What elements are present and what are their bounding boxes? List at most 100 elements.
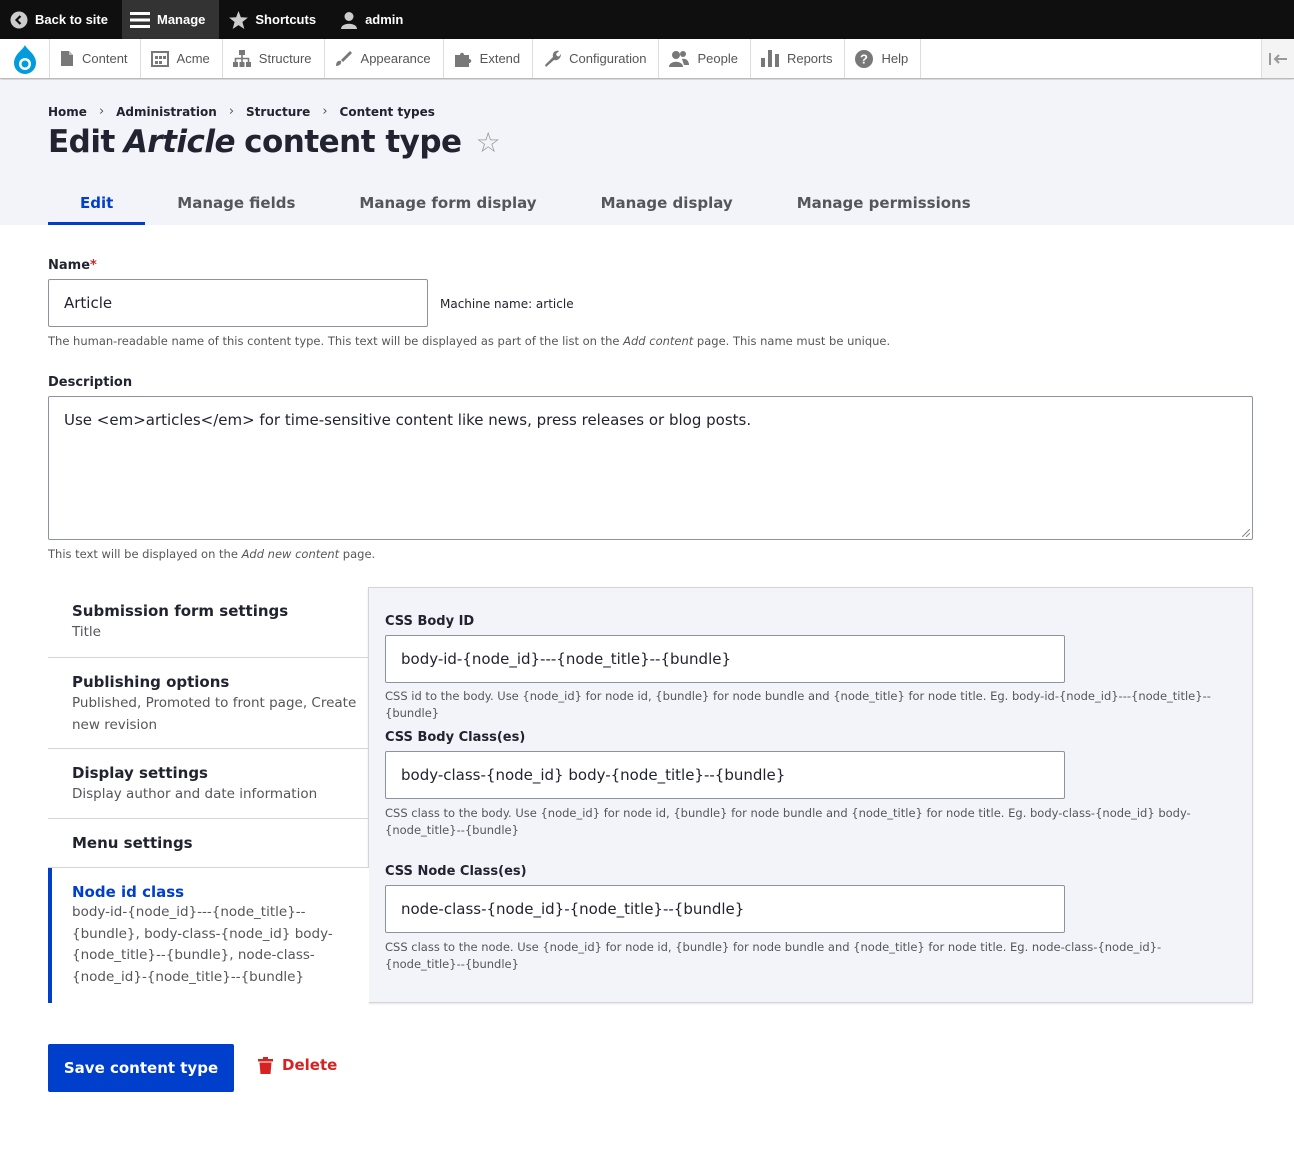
user-tab[interactable]: admin [330,0,417,39]
breadcrumb-separator: › [98,104,105,119]
tray-item-label: Configuration [569,51,647,66]
vertical-tab-publishing-options[interactable]: Publishing options Published, Promoted t… [48,658,369,749]
page-title-suffix: content type [244,124,462,160]
breadcrumb-content-types[interactable]: Content types [340,105,435,119]
tray-item-label: Content [82,51,128,66]
css-body-id-label: CSS Body ID [385,614,475,629]
page-header: Home › Administration › Structure › Cont… [0,80,1294,225]
save-content-type-button[interactable]: Save content type [48,1044,234,1092]
vertical-tab-summary: Published, Promoted to front page, Creat… [72,695,357,733]
description-help: This text will be displayed on the Add n… [48,546,375,563]
vertical-tab-node-id-class[interactable]: Node id class body-id-{node_id}---{node_… [48,868,369,1003]
primary-tabs: Edit Manage fields Manage form display M… [48,180,1003,225]
vertical-tabs: CSS Body ID body-id-{node_id}---{node_ti… [48,587,1253,1003]
wrench-icon [545,50,562,67]
tab-manage-fields[interactable]: Manage fields [145,180,327,225]
vertical-tab-title: Menu settings [72,834,193,852]
calendar-icon [150,51,169,67]
trash-icon [258,1056,273,1074]
description-desc-emphasis: Add new content [241,547,340,561]
css-body-class-label: CSS Body Class(es) [385,730,526,745]
tray-item-label: Extend [479,51,521,66]
svg-text:?: ? [861,51,869,66]
name-input[interactable]: Article [48,279,428,327]
manage-tab[interactable]: Manage [121,0,220,39]
tray-item-label: People [697,51,738,66]
machine-name: Machine name: article [440,297,574,311]
help-icon: ? [855,49,874,68]
shortcut-star-icon[interactable]: ☆ [476,126,501,159]
css-node-class-description: CSS class to the node. Use {node_id} for… [385,940,1162,971]
vertical-tab-title: Node id class [72,883,185,901]
paintbrush-icon [335,51,352,66]
bar-chart-icon [760,50,779,67]
vertical-tab-pane-node-id-class: CSS Body ID body-id-{node_id}---{node_ti… [368,587,1253,1003]
breadcrumb-home[interactable]: Home [48,105,87,119]
chevron-left-circle-icon [10,11,28,28]
tray-item-configuration[interactable]: Configuration [533,39,660,78]
tab-manage-display[interactable]: Manage display [569,180,765,225]
tray-item-label: Structure [258,51,312,66]
css-node-class-value: node-class-{node_id}-{node_title}--{bund… [401,900,745,918]
tray-item-label: Help [881,51,909,66]
name-label-text: Name [48,258,91,273]
tray-item-label: Appearance [360,51,431,66]
vertical-tab-summary: body-id-{node_id}---{node_title}--{bundl… [72,904,333,985]
breadcrumb-separator: › [228,104,235,119]
puzzle-icon [454,52,471,67]
required-mark: * [90,258,97,273]
css-node-class-label: CSS Node Class(es) [385,864,527,879]
tray-item-appearance[interactable]: Appearance [325,39,444,78]
tab-manage-permissions[interactable]: Manage permissions [765,180,1003,225]
manage-label: Manage [156,12,206,27]
css-body-id-value: body-id-{node_id}---{node_title}--{bundl… [401,650,732,668]
resize-grip-icon[interactable] [1242,529,1250,537]
back-to-site-link[interactable]: Back to site [0,0,122,39]
delete-label: Delete [282,1056,338,1074]
css-body-id-input[interactable]: body-id-{node_id}---{node_title}--{bundl… [385,635,1065,683]
name-label: Name* [48,258,97,273]
back-to-site-label: Back to site [35,12,108,27]
description-desc-text: This text will be displayed on the [48,547,242,561]
breadcrumb: Home › Administration › Structure › Cont… [48,104,435,119]
tray-item-help[interactable]: ? Help [845,39,922,78]
page-title-emphasis: Article [123,124,236,160]
vertical-tab-menu-settings[interactable]: Menu settings [48,819,369,868]
vertical-tab-title: Display settings [72,764,208,782]
tray-item-acme[interactable]: Acme [141,39,223,78]
vertical-tab-display-settings[interactable]: Display settings Display author and date… [48,749,369,819]
hamburger-icon [129,11,150,28]
description-textarea[interactable]: Use <em>articles</em> for time-sensitive… [48,396,1253,540]
shortcuts-tab[interactable]: Shortcuts [219,0,330,39]
page-title-prefix: Edit [48,124,115,160]
tray-spacer [921,39,1261,78]
collapse-tray-button[interactable] [1261,39,1294,78]
shortcuts-label: Shortcuts [255,12,317,27]
tab-manage-form-display[interactable]: Manage form display [327,180,568,225]
page-title: Edit Article content type ☆ [48,124,501,160]
admin-toolbar: Back to site Manage Shortcuts admin [0,0,1294,39]
breadcrumb-structure[interactable]: Structure [246,105,310,119]
breadcrumb-administration[interactable]: Administration [116,105,217,119]
tab-edit[interactable]: Edit [48,180,146,225]
css-body-class-input[interactable]: body-class-{node_id} body-{node_title}--… [385,751,1065,799]
vertical-tab-submission-form-settings[interactable]: Submission form settings Title [48,587,369,658]
tray-item-extend[interactable]: Extend [444,39,534,78]
delete-link[interactable]: Delete [258,1056,337,1074]
tray-item-label: Reports [786,51,833,66]
tray-item-content[interactable]: Content [50,39,141,78]
css-node-class-input[interactable]: node-class-{node_id}-{node_title}--{bund… [385,885,1065,933]
collapse-left-icon [1269,52,1287,65]
user-label: admin [365,12,404,27]
tray-item-label: Acme [176,51,210,66]
people-icon [669,51,690,67]
tray-item-reports[interactable]: Reports [751,39,846,78]
css-body-class-value: body-class-{node_id} body-{node_title}--… [401,766,786,784]
tray-item-structure[interactable]: Structure [223,39,325,78]
description-value: Use <em>articles</em> for time-sensitive… [64,411,752,429]
document-icon [61,51,73,66]
description-desc-text: page. [339,547,376,561]
tray-item-people[interactable]: People [659,39,751,78]
drupal-logo-icon[interactable] [0,39,50,78]
name-desc-text: page. This name must be unique. [693,334,891,348]
